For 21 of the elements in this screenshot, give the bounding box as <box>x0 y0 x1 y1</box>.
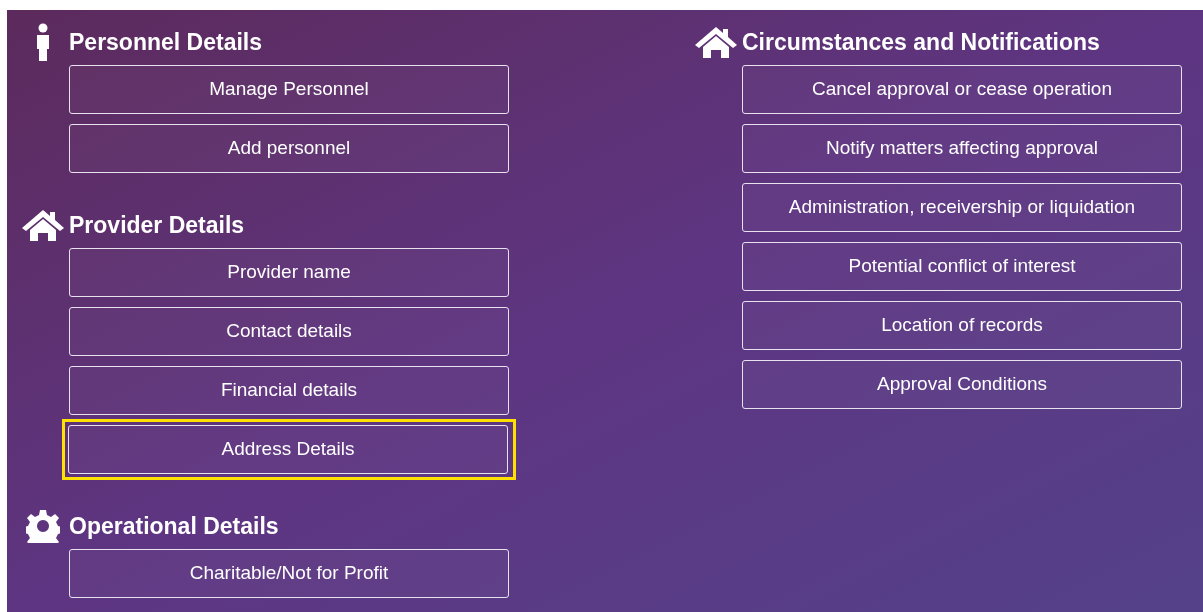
menu-button[interactable]: Manage Personnel <box>69 65 509 114</box>
menu-button[interactable]: Potential conflict of interest <box>742 242 1182 291</box>
menu-button[interactable]: Charitable/Not for Profit <box>69 549 509 598</box>
menu-button[interactable]: Administration, receivership or liquidation <box>742 183 1182 232</box>
menu-button[interactable]: Approval Conditions <box>742 360 1182 409</box>
house-icon <box>693 25 739 59</box>
menu-button[interactable]: Financial details <box>69 366 509 415</box>
menu-button[interactable]: Cancel approval or cease operation <box>742 65 1182 114</box>
menu-button[interactable]: Address Details <box>68 425 508 474</box>
menu-button[interactable]: Notify matters affecting approval <box>742 124 1182 173</box>
section-heading: Personnel Details <box>69 27 263 57</box>
menu-button[interactable]: Contact details <box>69 307 509 356</box>
house-icon <box>20 208 66 242</box>
menu-button[interactable]: Provider name <box>69 248 509 297</box>
menu-button[interactable]: Add personnel <box>69 124 509 173</box>
settings-icon <box>26 509 60 543</box>
menu-button[interactable]: Location of records <box>742 301 1182 350</box>
person-icon <box>35 23 51 61</box>
section-heading: Circumstances and Notifications <box>742 27 1100 57</box>
section-heading: Operational Details <box>69 511 279 541</box>
section-heading: Provider Details <box>69 210 245 240</box>
